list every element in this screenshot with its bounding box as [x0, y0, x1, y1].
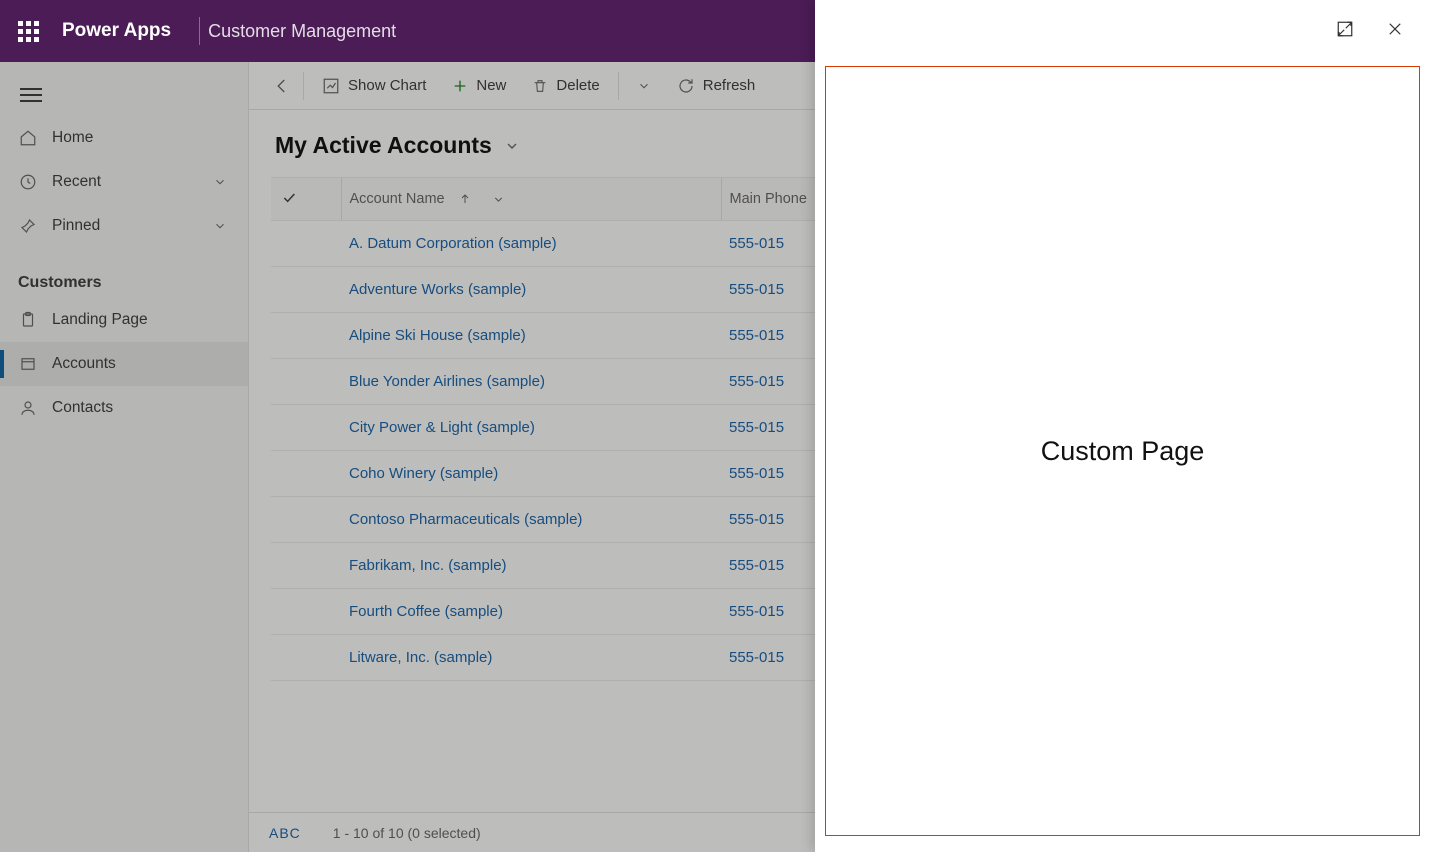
header-divider — [199, 17, 200, 45]
side-panel: Custom Page — [815, 0, 1430, 852]
app-launcher-icon[interactable] — [14, 17, 42, 45]
environment-name[interactable]: Customer Management — [208, 21, 396, 42]
panel-body: Custom Page — [825, 66, 1420, 836]
app-title: Power Apps — [62, 20, 171, 42]
close-icon[interactable] — [1384, 18, 1406, 40]
expand-icon[interactable] — [1334, 18, 1356, 40]
custom-page-label: Custom Page — [1041, 436, 1205, 467]
panel-header — [815, 0, 1430, 58]
